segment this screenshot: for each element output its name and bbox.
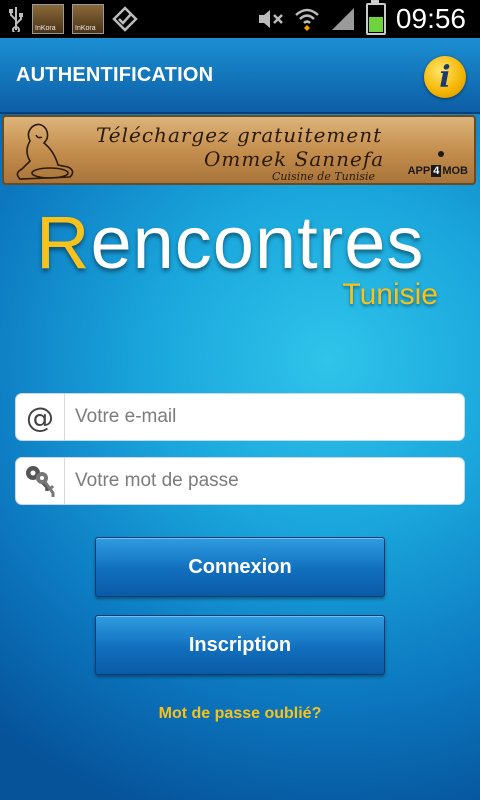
mute-icon <box>258 10 283 28</box>
forgot-password-link[interactable]: Mot de passe oublié? <box>0 705 480 723</box>
password-input[interactable] <box>65 457 464 505</box>
battery-charging-icon <box>365 0 386 35</box>
woman-cooking-illustration <box>16 123 74 180</box>
email-field[interactable]: @ <box>15 393 465 441</box>
ad-banner[interactable]: Téléchargez gratuitement Ommek Sannefa C… <box>2 115 476 185</box>
status-bar: InKora InKora 09:56 <box>0 0 480 38</box>
at-icon: @ <box>16 394 65 440</box>
clock: 09:56 <box>395 3 466 34</box>
key-icon <box>16 458 65 504</box>
register-button[interactable]: Inscription <box>95 615 385 675</box>
wifi-icon <box>295 8 319 31</box>
password-field[interactable] <box>15 457 465 505</box>
email-input[interactable] <box>65 393 464 441</box>
info-button[interactable]: i <box>424 56 466 98</box>
info-icon: i <box>439 59 451 95</box>
signal-icon <box>331 8 354 30</box>
page-title: AUTHENTIFICATION <box>16 64 214 86</box>
ad-brand-logo: APP 4 MOB <box>407 165 468 177</box>
app-logo: Rencontres Tunisie <box>0 200 480 320</box>
ad-app-name: Ommek Sannefa <box>204 147 385 171</box>
ad-headline: Téléchargez gratuitement <box>96 123 383 147</box>
usb-icon <box>9 7 23 32</box>
system-tray: 09:56 <box>256 0 466 38</box>
ad-tagline: Cuisine de Tunisie <box>272 170 376 183</box>
login-button[interactable]: Connexion <box>95 537 385 597</box>
app-header: AUTHENTIFICATION i <box>0 38 480 114</box>
app-thumbnail-icon: InKora <box>72 4 104 34</box>
checkbox-notification-icon <box>112 6 138 32</box>
notification-area: InKora InKora <box>8 0 138 38</box>
app-thumbnail-icon: InKora <box>32 4 64 34</box>
logo-subtitle: Tunisie <box>342 278 438 311</box>
ad-brand-dot <box>438 151 444 157</box>
logo-title: Rencontres <box>36 201 425 284</box>
